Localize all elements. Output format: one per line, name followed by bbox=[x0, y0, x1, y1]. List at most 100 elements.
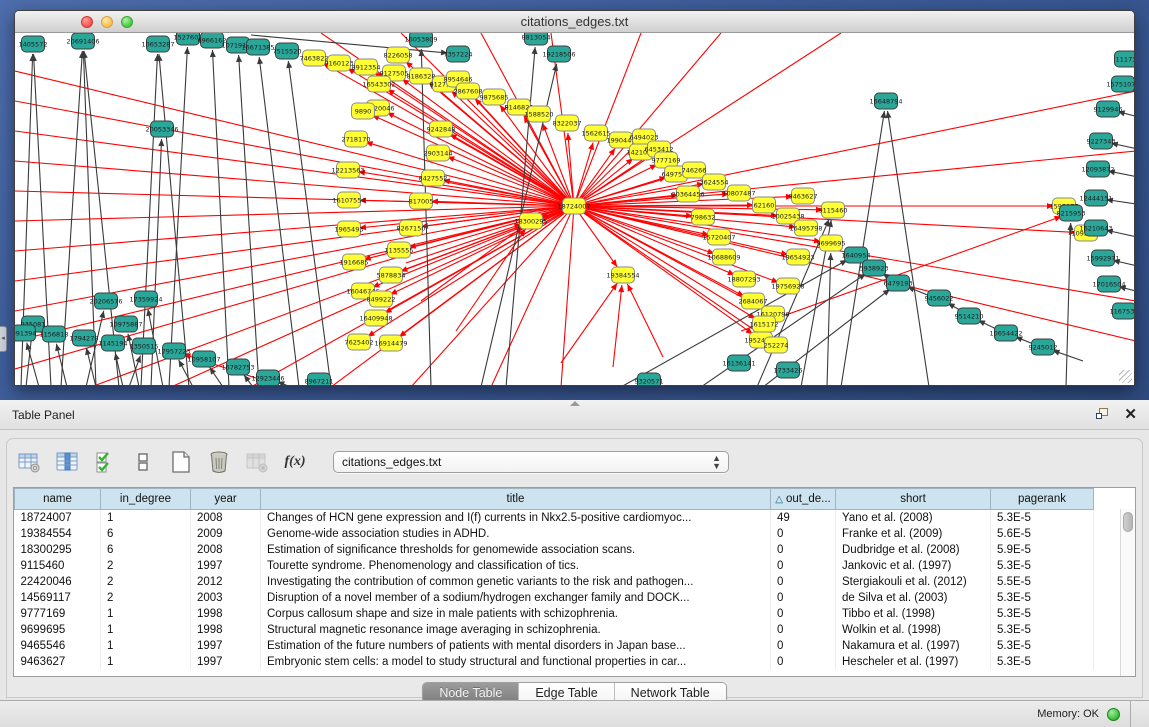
table-cell[interactable]: Yano et al. (2008) bbox=[836, 510, 991, 526]
new-file-icon[interactable] bbox=[167, 448, 195, 476]
table-row[interactable]: 2242004622012Investigating the contribut… bbox=[15, 574, 1094, 590]
table-cell[interactable]: 1998 bbox=[191, 622, 261, 638]
table-row[interactable]: 1830029562008Estimation of significance … bbox=[15, 542, 1094, 558]
table-cell[interactable]: 22420046 bbox=[15, 574, 101, 590]
table-cell[interactable]: Hescheler et al. (1997) bbox=[836, 654, 991, 670]
table-cell[interactable]: 14569117 bbox=[15, 590, 101, 606]
graph-node[interactable]: 8267150 bbox=[397, 220, 426, 236]
table-cell[interactable]: 5.3E-5 bbox=[991, 638, 1094, 654]
graph-node[interactable]: 12923446 bbox=[251, 370, 284, 385]
table-settings-icon[interactable] bbox=[15, 448, 43, 476]
clear-selection-icon[interactable] bbox=[129, 448, 157, 476]
graph-node[interactable]: 16053809 bbox=[404, 33, 437, 47]
table-cell[interactable]: 2012 bbox=[191, 574, 261, 590]
table-cell[interactable]: 5.6E-5 bbox=[991, 526, 1094, 542]
table-cell[interactable]: 1997 bbox=[191, 638, 261, 654]
graph-node[interactable]: 62160 bbox=[753, 197, 776, 213]
table-cell[interactable]: Corpus callosum shape and size in male p… bbox=[261, 606, 771, 622]
table-selector-dropdown[interactable]: citations_edges.txt ▲▼ bbox=[333, 451, 729, 473]
column-header-title[interactable]: title bbox=[261, 489, 771, 510]
graph-node[interactable]: 1733426 bbox=[774, 362, 803, 378]
node-table[interactable]: namein_degreeyeartitle△out_de...shortpag… bbox=[13, 487, 1136, 677]
graph-node[interactable]: 5878834 bbox=[377, 267, 406, 283]
memory-ok-icon[interactable] bbox=[1107, 708, 1120, 721]
graph-node[interactable]: 7357224 bbox=[444, 46, 473, 62]
table-cell[interactable]: 1 bbox=[101, 510, 191, 526]
graph-node[interactable]: 10975887 bbox=[109, 316, 142, 332]
graph-node[interactable]: 19384554 bbox=[606, 267, 639, 283]
graph-node[interactable]: 2903144 bbox=[424, 145, 453, 161]
table-cell[interactable]: 0 bbox=[771, 606, 836, 622]
table-cell[interactable]: 5.3E-5 bbox=[991, 558, 1094, 574]
graph-node[interactable]: 2718170 bbox=[342, 131, 371, 147]
network-window[interactable]: citations_edges.txt 18724007746382291601… bbox=[14, 10, 1135, 386]
table-cell[interactable]: 2009 bbox=[191, 526, 261, 542]
table-cell[interactable]: 9115460 bbox=[15, 558, 101, 574]
graph-node[interactable]: 9242848 bbox=[427, 121, 456, 137]
graph-node[interactable]: 9456022 bbox=[925, 290, 954, 306]
table-cell[interactable]: Embryonic stem cells: a model to study s… bbox=[261, 654, 771, 670]
graph-node[interactable]: 6479193 bbox=[884, 275, 913, 291]
graph-node[interactable]: 8322037 bbox=[553, 115, 582, 131]
table-scrollbar[interactable] bbox=[1120, 509, 1135, 676]
column-header-indegree[interactable]: in_degree bbox=[101, 489, 191, 510]
graph-node[interactable]: 2867608 bbox=[454, 83, 483, 99]
table-cell[interactable]: 5.3E-5 bbox=[991, 590, 1094, 606]
table-cell[interactable]: 5.3E-5 bbox=[991, 510, 1094, 526]
row-selection-icon[interactable] bbox=[91, 448, 119, 476]
table-cell[interactable]: 6 bbox=[101, 526, 191, 542]
graph-node[interactable]: 7625402 bbox=[345, 334, 374, 350]
graph-node[interactable]: 3624554 bbox=[700, 174, 729, 190]
graph-node[interactable]: 1135555 bbox=[385, 242, 414, 258]
table-cell[interactable]: 0 bbox=[771, 654, 836, 670]
graph-node[interactable]: 8215953 bbox=[1057, 205, 1086, 221]
table-cell[interactable]: Nakamura et al. (1997) bbox=[836, 638, 991, 654]
table-cell[interactable]: 0 bbox=[771, 558, 836, 574]
table-cell[interactable]: 18724007 bbox=[15, 510, 101, 526]
graph-node[interactable]: 16914479 bbox=[374, 335, 407, 351]
graph-node[interactable]: 12213563 bbox=[331, 162, 364, 178]
graph-node[interactable]: 15751074 bbox=[1106, 76, 1134, 92]
table-row[interactable]: 946362711997Embryonic stem cells: a mode… bbox=[15, 654, 1094, 670]
table-cell[interactable]: 5.5E-5 bbox=[991, 574, 1094, 590]
table-cell[interactable]: Investigating the contribution of common… bbox=[261, 574, 771, 590]
graph-node[interactable]: 8967211 bbox=[305, 373, 334, 385]
table-cell[interactable]: 19384554 bbox=[15, 526, 101, 542]
table-cell[interactable]: 1997 bbox=[191, 654, 261, 670]
delete-rows-icon[interactable] bbox=[205, 448, 233, 476]
table-scrollbar-thumb[interactable] bbox=[1123, 512, 1133, 532]
network-canvas[interactable]: 1872400774638229160123891235482260589127… bbox=[15, 33, 1134, 385]
table-cell[interactable]: Changes of HCN gene expression and I(f) … bbox=[261, 510, 771, 526]
graph-node[interactable]: 12444151 bbox=[1079, 190, 1112, 206]
graph-node[interactable]: 8427552 bbox=[419, 170, 448, 186]
graph-node[interactable]: 798632 bbox=[691, 209, 716, 225]
graph-node[interactable]: 9463627 bbox=[789, 188, 818, 204]
graph-node[interactable]: 8813054 bbox=[522, 33, 551, 45]
graph-node[interactable]: 8912354 bbox=[352, 59, 381, 75]
graph-node[interactable]: 9129946 bbox=[1094, 101, 1123, 117]
table-cell[interactable]: Wolkin et al. (1998) bbox=[836, 622, 991, 638]
table-cell[interactable]: 18300295 bbox=[15, 542, 101, 558]
table-cell[interactable]: 0 bbox=[771, 622, 836, 638]
graph-node[interactable]: 817005 bbox=[409, 193, 434, 209]
table-cell[interactable]: 9699695 bbox=[15, 622, 101, 638]
table-cell[interactable]: Estimation of the future numbers of pati… bbox=[261, 638, 771, 654]
table-row[interactable]: 946554611997Estimation of the future num… bbox=[15, 638, 1094, 654]
graph-node[interactable]: 19218506 bbox=[542, 46, 575, 62]
table-cell[interactable]: Disruption of a novel member of a sodium… bbox=[261, 590, 771, 606]
table-cell[interactable]: 2 bbox=[101, 558, 191, 574]
graph-node[interactable]: 9514210 bbox=[955, 308, 984, 324]
table-cell[interactable]: 5.3E-5 bbox=[991, 606, 1094, 622]
table-cell[interactable]: 9777169 bbox=[15, 606, 101, 622]
graph-node[interactable]: 252274 bbox=[764, 337, 789, 353]
graph-node[interactable]: 1965493 bbox=[335, 221, 364, 237]
graph-node[interactable]: 1916685 bbox=[340, 254, 369, 270]
table-cell[interactable]: 1 bbox=[101, 654, 191, 670]
table-row[interactable]: 969969511998Structural magnetic resonanc… bbox=[15, 622, 1094, 638]
table-cell[interactable]: 1 bbox=[101, 606, 191, 622]
table-cell[interactable]: Franke et al. (2009) bbox=[836, 526, 991, 542]
table-cell[interactable]: 2008 bbox=[191, 510, 261, 526]
graph-node[interactable]: 9890 bbox=[352, 103, 375, 119]
close-panel-icon[interactable]: ✕ bbox=[1124, 408, 1137, 421]
float-panel-icon[interactable] bbox=[1096, 408, 1110, 421]
